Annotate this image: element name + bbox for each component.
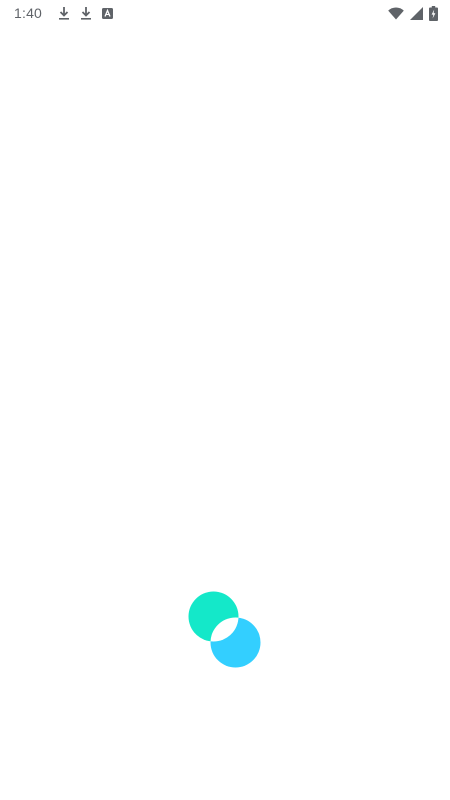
status-time: 1:40 [14, 5, 43, 21]
battery-charging-icon [429, 5, 438, 21]
splash-screen: 1:40 [0, 0, 450, 800]
status-bar: 1:40 [0, 0, 450, 26]
overlapping-circles-logo [188, 591, 263, 669]
status-bar-left: 1:40 [14, 5, 114, 21]
download-icon [80, 6, 92, 20]
cellular-signal-icon [410, 6, 423, 20]
status-bar-right [388, 5, 438, 21]
logo-graphic [188, 591, 261, 668]
app-notification-icon [102, 7, 114, 19]
download-icon [58, 6, 70, 20]
wifi-icon [388, 6, 404, 20]
